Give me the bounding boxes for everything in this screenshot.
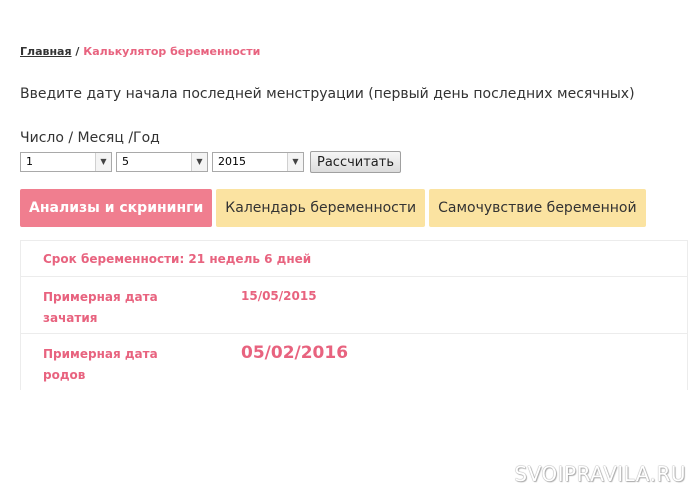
tab-pregnant-wellbeing[interactable]: Самочувствие беременной [429, 189, 646, 227]
breadcrumb: Главная / Калькулятор беременности [20, 45, 260, 58]
birth-date-value: 05/02/2016 [241, 343, 349, 363]
breadcrumb-home-link[interactable]: Главная [20, 45, 72, 58]
calculate-button[interactable]: Рассчитать [310, 151, 402, 173]
chevron-down-icon: ▼ [95, 153, 111, 171]
result-row-conception: Примерная дата зачатия 15/05/2015 [21, 276, 687, 333]
month-select-value: 5 [122, 155, 129, 168]
breadcrumb-separator: / [75, 45, 80, 58]
instruction-text: Введите дату начала последней менструаци… [20, 86, 635, 102]
result-row-term: Срок беременности: 21 недель 6 дней [21, 240, 687, 276]
conception-date-label: Примерная дата зачатия [43, 290, 158, 325]
tab-tests-screenings[interactable]: Анализы и скрининги [20, 189, 213, 227]
tab-bar: Анализы и скрининги Календарь беременнос… [20, 189, 650, 227]
date-format-label: Число / Месяц /Год [20, 130, 160, 146]
year-select[interactable]: 2015 ▼ [212, 152, 304, 172]
breadcrumb-current: Калькулятор беременности [83, 45, 261, 58]
chevron-down-icon: ▼ [191, 153, 207, 171]
day-select-value: 1 [26, 155, 33, 168]
birth-date-label: Примерная дата родов [43, 347, 158, 382]
pregnancy-term: Срок беременности: 21 недель 6 дней [43, 252, 312, 266]
date-selects: 1 ▼ 5 ▼ 2015 ▼ Рассчитать [20, 151, 402, 173]
day-select[interactable]: 1 ▼ [20, 152, 112, 172]
year-select-value: 2015 [218, 155, 246, 168]
site-watermark: SVOIPRAVILA.RU [514, 462, 686, 486]
month-select[interactable]: 5 ▼ [116, 152, 208, 172]
chevron-down-icon: ▼ [287, 153, 303, 171]
result-row-birth: Примерная дата родов 05/02/2016 [21, 333, 687, 390]
result-panel: Срок беременности: 21 недель 6 дней Прим… [20, 240, 688, 390]
tab-pregnancy-calendar[interactable]: Календарь беременности [216, 189, 426, 227]
conception-date-value: 15/05/2015 [241, 289, 317, 303]
